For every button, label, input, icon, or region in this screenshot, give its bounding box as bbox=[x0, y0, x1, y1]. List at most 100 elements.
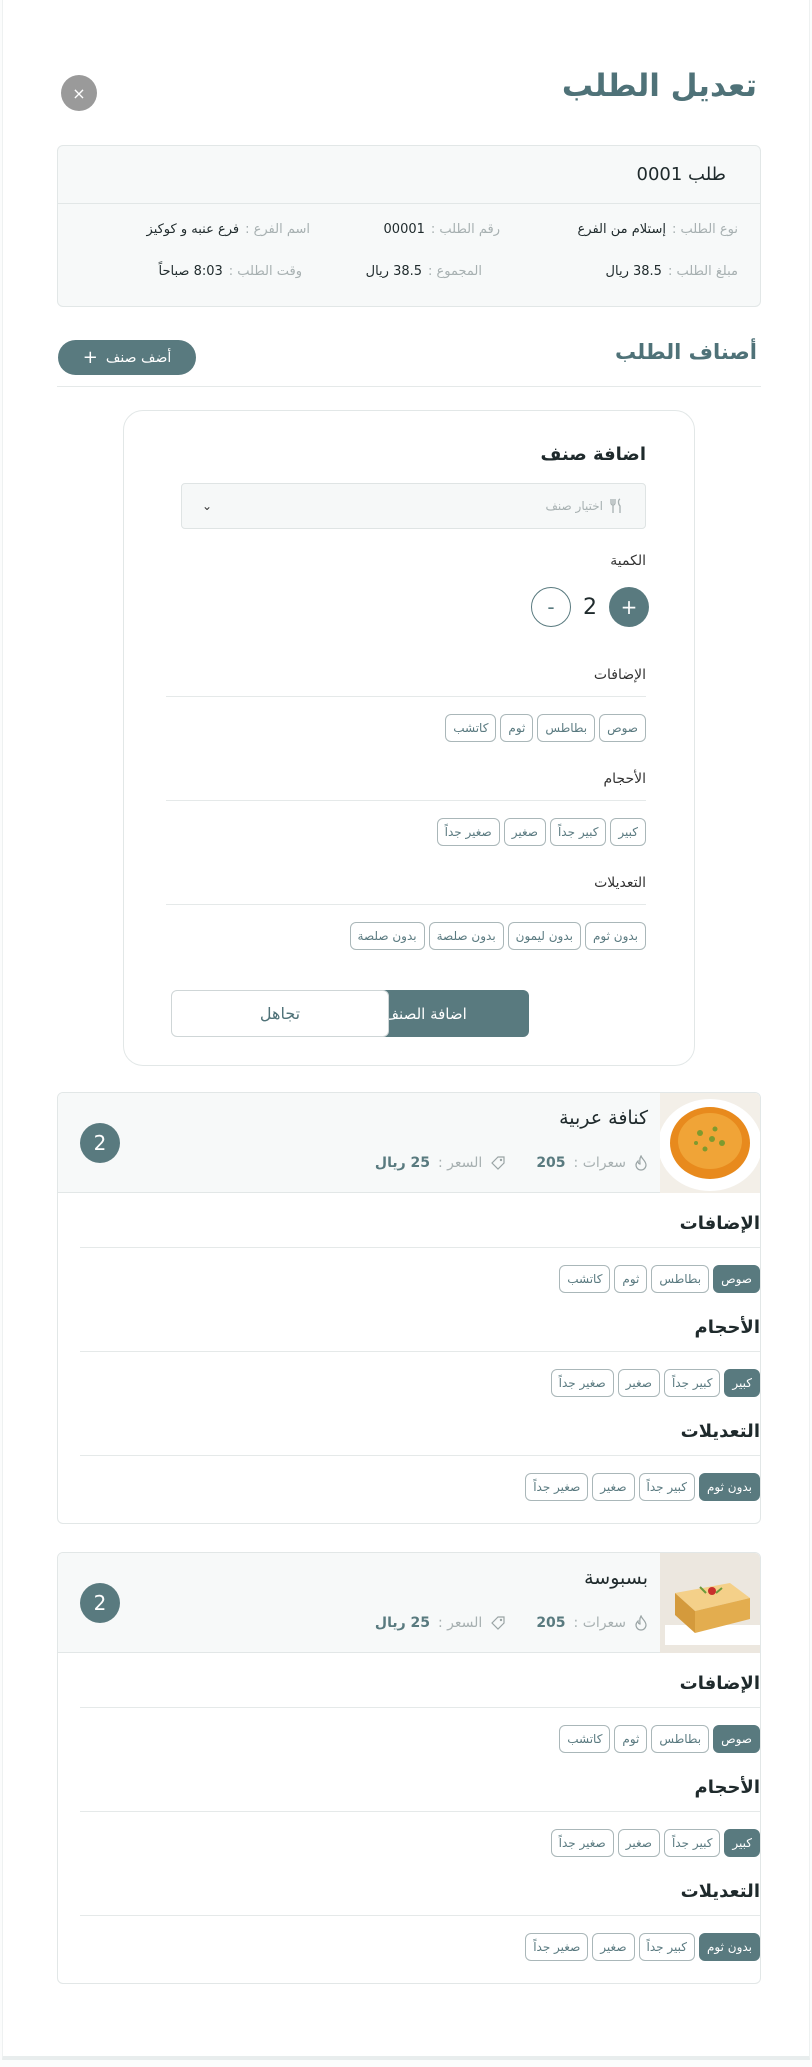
divider bbox=[166, 904, 646, 905]
sizes-options: كبير كبير جداً صغير صغير جداً bbox=[550, 1369, 760, 1397]
price-value: 25 ريال bbox=[374, 1155, 431, 1171]
branch-name: اسم الفرع : فرع عنبه و كوكيز bbox=[146, 222, 310, 237]
option-chip[interactable]: صغير bbox=[592, 1473, 635, 1501]
option-chip[interactable]: ثوم bbox=[614, 1725, 648, 1753]
option-chip[interactable]: صوص bbox=[713, 1265, 760, 1293]
flame-icon bbox=[635, 1155, 647, 1171]
item-select[interactable]: اختيار صنف ⌄ bbox=[181, 483, 646, 529]
select-placeholder: اختيار صنف bbox=[545, 499, 604, 513]
item-meta: سعرات : 205 السعر : 25 ريال bbox=[375, 1155, 648, 1171]
option-chip[interactable]: كاتشب bbox=[445, 714, 497, 742]
option-chip[interactable]: بدون ثوم bbox=[584, 922, 646, 950]
option-chip[interactable]: صغير جداً bbox=[550, 1829, 614, 1857]
option-chip[interactable]: كاتشب bbox=[559, 1725, 611, 1753]
sizes-title: الأحجام bbox=[694, 1317, 760, 1338]
quantity-stepper: - 2 + bbox=[531, 587, 649, 627]
close-icon: × bbox=[72, 83, 86, 103]
divider bbox=[80, 1811, 760, 1812]
option-chip[interactable]: كبير bbox=[724, 1829, 760, 1857]
mods-title: التعديلات bbox=[680, 1421, 760, 1442]
option-chip[interactable]: بدون ليمون bbox=[507, 922, 581, 950]
extras-title: الإضافات bbox=[679, 1213, 760, 1234]
option-chip[interactable]: صغير جداً bbox=[525, 1933, 589, 1961]
option-chip[interactable]: ثوم bbox=[614, 1265, 648, 1293]
ignore-button[interactable]: تجاهل bbox=[171, 990, 389, 1037]
add-item-form: اضافة صنف اختيار صنف ⌄ الكمية - 2 + الإض… bbox=[123, 410, 695, 1066]
flame-icon bbox=[635, 1615, 647, 1631]
extras-options: صوص بطاطس ثوم كاتشب bbox=[559, 1725, 760, 1753]
calories-label: سعرات : bbox=[573, 1155, 626, 1171]
items-section-title: أصناف الطلب bbox=[615, 340, 757, 364]
close-button[interactable]: × bbox=[61, 75, 97, 111]
order-time: وقت الطلب :8:03 صباحاً bbox=[158, 264, 302, 279]
option-chip[interactable]: كبير جداً bbox=[663, 1829, 721, 1857]
divider bbox=[80, 1351, 760, 1352]
form-heading: اضافة صنف bbox=[540, 444, 646, 465]
option-chip[interactable]: بدون ثوم bbox=[698, 1933, 760, 1961]
price-value: 25 ريال bbox=[374, 1615, 431, 1631]
option-chip[interactable]: صغير bbox=[592, 1933, 635, 1961]
option-chip[interactable]: ثوم bbox=[500, 714, 534, 742]
option-chip[interactable]: بطاطس bbox=[651, 1725, 710, 1753]
option-chip[interactable]: بدون صلصة bbox=[349, 922, 425, 950]
order-info-card: طلب 0001 نوع الطلب : إستلام من الفرع رقم … bbox=[57, 145, 761, 307]
cutlery-icon bbox=[610, 498, 621, 513]
option-chip[interactable]: صغير جداً bbox=[550, 1369, 614, 1397]
divider bbox=[166, 696, 646, 697]
sizes-label: الأحجام bbox=[603, 771, 647, 787]
option-chip[interactable]: كبير جداً bbox=[638, 1933, 695, 1961]
mods-title: التعديلات bbox=[680, 1881, 760, 1902]
extras-label: الإضافات bbox=[593, 667, 646, 683]
option-chip[interactable]: كبير جداً bbox=[663, 1369, 721, 1397]
item-image bbox=[660, 1553, 760, 1653]
mods-options: بدون ثوم بدون ليمون بدون صلصة بدون صلصة bbox=[349, 922, 646, 950]
mods-label: التعديلات bbox=[594, 875, 646, 891]
divider bbox=[80, 1455, 760, 1456]
option-chip[interactable]: صغير جداً bbox=[436, 818, 500, 846]
divider bbox=[80, 1915, 760, 1916]
option-chip[interactable]: كبير جداً bbox=[549, 818, 607, 846]
sizes-options: كبير كبير جداً صغير صغير جداً bbox=[436, 818, 646, 846]
option-chip[interactable]: كبير جداً bbox=[638, 1473, 695, 1501]
item-name: كنافة عربية bbox=[559, 1107, 648, 1129]
plus-icon: + bbox=[82, 346, 98, 368]
order-name: طلب 0001 bbox=[636, 164, 727, 185]
order-type: نوع الطلب : إستلام من الفرع bbox=[577, 222, 738, 237]
quantity-badge: 2 bbox=[80, 1123, 120, 1163]
order-total: المجموع :38.5 ريال bbox=[365, 264, 482, 279]
option-chip[interactable]: صغير bbox=[617, 1369, 660, 1397]
option-chip[interactable]: صغير bbox=[617, 1829, 660, 1857]
option-chip[interactable]: صوص bbox=[599, 714, 646, 742]
decrement-button[interactable]: - bbox=[531, 587, 571, 627]
sizes-options: كبير كبير جداً صغير صغير جداً bbox=[550, 1829, 760, 1857]
option-chip[interactable]: بدون صلصة bbox=[428, 922, 504, 950]
order-amount: مبلغ الطلب :38.5 ريال bbox=[605, 264, 738, 279]
quantity-badge: 2 bbox=[80, 1583, 120, 1623]
increment-button[interactable]: + bbox=[609, 587, 649, 627]
option-chip[interactable]: كبير bbox=[610, 818, 646, 846]
edit-order-panel: × تعديل الطلب طلب 0001 نوع الطلب : إستلام… bbox=[2, 0, 810, 2060]
option-chip[interactable]: بطاطس bbox=[537, 714, 596, 742]
option-chip[interactable]: بطاطس bbox=[651, 1265, 710, 1293]
option-chip[interactable]: كبير bbox=[724, 1369, 760, 1397]
add-item-button[interactable]: أضف صنف + bbox=[58, 340, 196, 375]
divider bbox=[166, 800, 646, 801]
option-chip[interactable]: صغير جداً bbox=[525, 1473, 589, 1501]
option-chip[interactable]: صغير bbox=[503, 818, 546, 846]
option-chip[interactable]: بدون ثوم bbox=[698, 1473, 760, 1501]
item-meta: سعرات : 205 السعر : 25 ريال bbox=[375, 1615, 648, 1631]
price-label: السعر : bbox=[438, 1155, 483, 1171]
order-number: رقم الطلب :00001 bbox=[383, 222, 500, 237]
item-name: بسبوسة bbox=[584, 1567, 648, 1589]
option-chip[interactable]: صوص bbox=[713, 1725, 760, 1753]
extras-options: صوص بطاطس ثوم كاتشب bbox=[445, 714, 646, 742]
option-chip[interactable]: كاتشب bbox=[559, 1265, 611, 1293]
quantity-label: الكمية bbox=[610, 553, 646, 569]
quantity-value: 2 bbox=[583, 594, 597, 620]
divider bbox=[57, 386, 761, 387]
sizes-title: الأحجام bbox=[694, 1777, 760, 1798]
price-tag-icon bbox=[491, 1616, 505, 1630]
page-title: تعديل الطلب bbox=[561, 68, 757, 104]
price-label: السعر : bbox=[438, 1615, 483, 1631]
chevron-down-icon: ⌄ bbox=[202, 499, 213, 513]
